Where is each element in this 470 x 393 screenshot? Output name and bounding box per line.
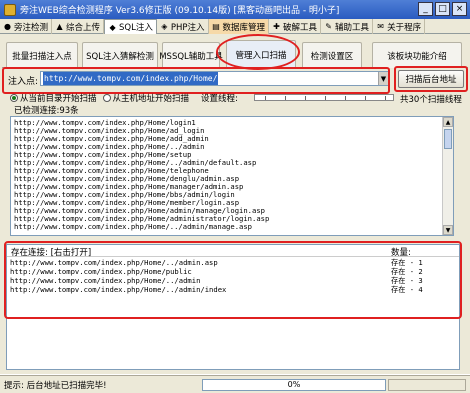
table-row[interactable]: http://www.tompv.com/index.php/Home/../a… xyxy=(7,277,459,285)
status-bar: 提示: 后台地址已扫描完毕! 0% xyxy=(0,375,470,393)
threads-value: 共30个扫描线程 xyxy=(400,95,462,105)
result-url: http://www.tompv.com/index.php/Home/../a… xyxy=(10,285,227,294)
window-title: 旁注WEB综合检测程序 Ver3.6修正版 (09.10.14版) [黑客动画吧… xyxy=(20,6,340,16)
tab-database-manager[interactable]: ▤ 数据库管理 xyxy=(208,19,270,34)
found-links-lines: http://www.tompv.com/index.php/Home/logi… xyxy=(11,117,453,231)
table-row[interactable]: http://www.tompv.com/index.php/Home/publ… xyxy=(7,268,459,276)
sql-icon: ◆ xyxy=(109,22,116,32)
upload-icon: ▲ xyxy=(56,22,63,31)
minimize-button[interactable]: _ xyxy=(418,2,433,16)
slider-tick xyxy=(365,96,366,100)
tab-sidenote-detect[interactable]: ● 旁注检测 xyxy=(0,19,53,34)
result-url: http://www.tompv.com/index.php/Home/../a… xyxy=(10,258,218,267)
database-icon: ▤ xyxy=(212,22,220,31)
inject-url-input[interactable]: http://www.tompv.com/index.php/Home/ xyxy=(40,71,388,86)
list-item: http://www.tompv.com/index.php/Home/../a… xyxy=(14,222,252,231)
result-status: 存在 - 1 xyxy=(391,258,423,267)
subtab-batch-scan[interactable]: 批量扫描注入点 xyxy=(6,42,78,68)
progress-bar: 0% xyxy=(202,379,386,391)
radio-host-root-label: 从主机地址开始扫描 xyxy=(112,94,190,104)
threads-slider[interactable] xyxy=(254,94,394,101)
php-icon: ◈ xyxy=(161,22,168,31)
found-count-label: 已检测连接:93条 xyxy=(14,106,79,116)
result-status: 存在 - 2 xyxy=(391,267,423,276)
table-row[interactable]: http://www.tompv.com/index.php/Home/../a… xyxy=(7,259,459,267)
main-panel: 批量扫描注入点 SQL注入猜解检测 MSSQL辅助工具 管理入口扫描 检测设置区… xyxy=(0,34,470,374)
inject-label: 注入点: xyxy=(8,77,39,87)
found-links-list[interactable]: http://www.tompv.com/index.php/Home/logi… xyxy=(10,116,454,236)
slider-tick xyxy=(265,96,266,100)
subtab-feature-intro[interactable]: 该板块功能介绍 xyxy=(372,42,462,68)
status-cell xyxy=(388,379,466,391)
main-tab-strip: ● 旁注检测 ▲ 综合上传 ◆ SQL注入 ◈ PHP注入 ▤ 数据库管理 ✚ 破解工具 ✎… xyxy=(0,19,470,34)
tools-icon: ✎ xyxy=(325,22,332,31)
existing-links-table[interactable]: 存在连接: [右击打开] 数量: http://www.tompv.com/in… xyxy=(6,244,460,370)
scan-admin-button[interactable]: 扫描后台地址 xyxy=(398,70,464,88)
col-header-count: 数量: xyxy=(391,248,411,258)
status-message: 提示: 后台地址已扫描完毕! xyxy=(4,381,107,391)
close-button[interactable]: × xyxy=(452,2,467,16)
scroll-down-icon[interactable]: ▼ xyxy=(443,225,453,235)
result-status: 存在 - 4 xyxy=(391,285,423,294)
app-icon xyxy=(4,3,16,16)
tab-sql-injection[interactable]: ◆ SQL注入 xyxy=(104,19,157,34)
maximize-button[interactable]: □ xyxy=(435,2,450,16)
slider-tick xyxy=(385,96,386,100)
sub-tab-strip: 批量扫描注入点 SQL注入猜解检测 MSSQL辅助工具 管理入口扫描 检测设置区… xyxy=(2,38,468,68)
tab-upload[interactable]: ▲ 综合上传 xyxy=(52,19,105,34)
subtab-mssql-tools[interactable]: MSSQL辅助工具 xyxy=(159,42,223,68)
col-header-link: 存在连接: [右击打开] xyxy=(11,248,92,258)
found-list-scrollbar[interactable]: ▲ ▼ xyxy=(442,117,453,235)
tab-helper-tools[interactable]: ✎ 辅助工具 xyxy=(321,19,374,34)
slider-tick xyxy=(325,96,326,100)
result-status: 存在 - 3 xyxy=(391,276,423,285)
progress-label: 0% xyxy=(287,380,301,389)
inject-url-value: http://www.tompv.com/index.php/Home/ xyxy=(43,72,219,85)
threads-label: 设置线程: xyxy=(201,94,238,104)
title-bar: 旁注WEB综合检测程序 Ver3.6修正版 (09.10.14版) [黑客动画吧… xyxy=(0,0,470,19)
subtab-sql-guess[interactable]: SQL注入猜解检测 xyxy=(82,42,158,68)
slider-tick xyxy=(305,96,306,100)
result-url: http://www.tompv.com/index.php/Home/publ… xyxy=(10,267,192,276)
radio-current-dir-label: 从当前目录开始扫描 xyxy=(20,94,97,104)
crack-icon: ✚ xyxy=(273,22,280,31)
tab-about[interactable]: ✉ 关于程序 xyxy=(373,19,426,34)
tab-php-injection[interactable]: ◈ PHP注入 xyxy=(157,19,209,34)
globe-icon: ● xyxy=(4,22,11,31)
scroll-up-icon[interactable]: ▲ xyxy=(443,117,453,127)
scan-mode-options: 从当前目录开始扫描 从主机地址开始扫描 设置线程: xyxy=(10,92,238,104)
slider-tick xyxy=(285,96,286,100)
results-header: 存在连接: [右击打开] 数量: xyxy=(7,245,459,258)
scroll-thumb[interactable] xyxy=(444,129,452,149)
dropdown-arrow-icon[interactable]: ▼ xyxy=(378,72,388,85)
result-url: http://www.tompv.com/index.php/Home/../a… xyxy=(10,276,201,285)
tab-crack-tools[interactable]: ✚ 破解工具 xyxy=(269,19,322,34)
radio-current-dir[interactable] xyxy=(10,94,18,102)
about-icon: ✉ xyxy=(377,22,384,31)
slider-tick xyxy=(345,96,346,100)
radio-host-root[interactable] xyxy=(102,94,111,102)
table-row[interactable]: http://www.tompv.com/index.php/Home/../a… xyxy=(7,286,459,294)
window-controls: _ □ × xyxy=(418,2,467,16)
subtab-admin-scan[interactable]: 管理入口扫描 xyxy=(226,40,296,68)
subtab-settings[interactable]: 检测设置区 xyxy=(302,42,362,68)
